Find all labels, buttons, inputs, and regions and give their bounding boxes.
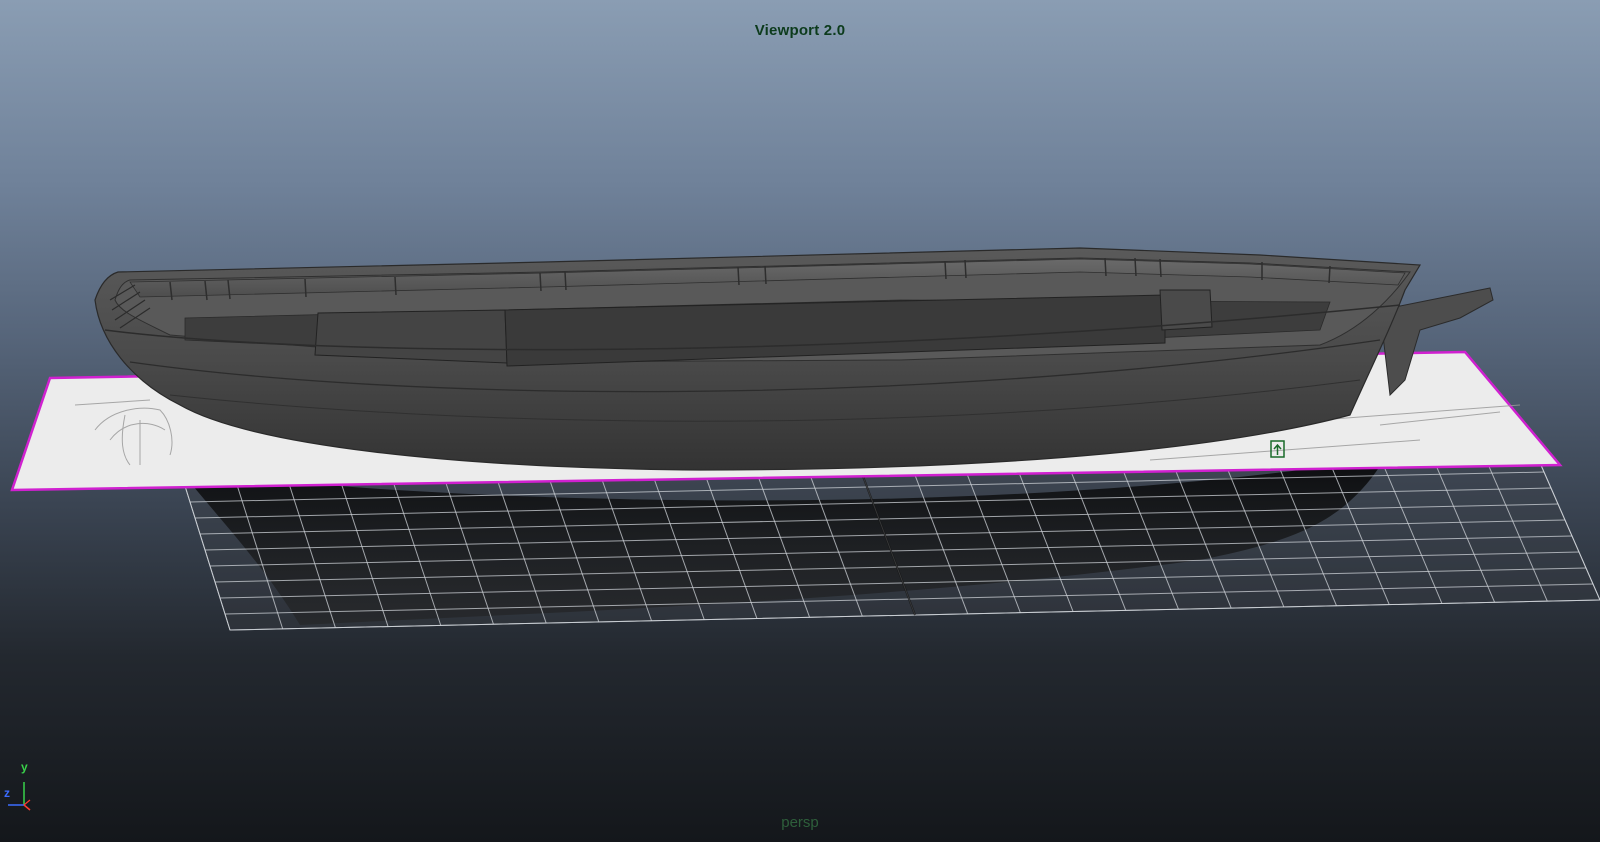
camera-label: persp bbox=[781, 814, 819, 831]
axis-gizmo: y z bbox=[4, 760, 44, 810]
axis-y-label: y bbox=[21, 760, 28, 774]
axis-z-label: z bbox=[4, 786, 10, 800]
renderer-label: Viewport 2.0 bbox=[754, 22, 846, 39]
viewport-3d-scene[interactable] bbox=[0, 0, 1600, 842]
